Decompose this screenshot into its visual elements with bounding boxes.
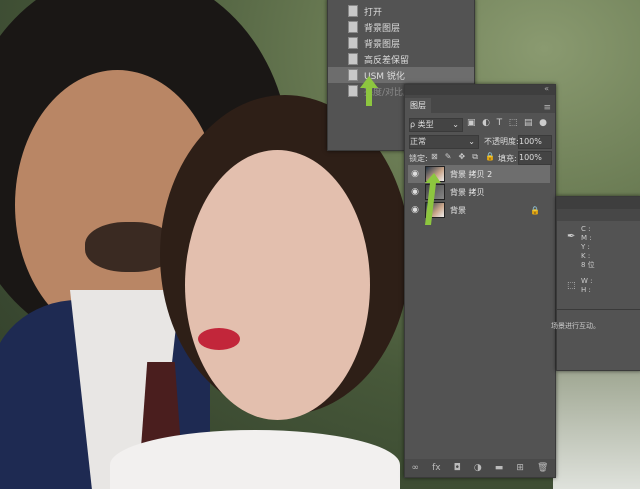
veil <box>553 360 640 489</box>
eyedropper-icon: ✒ <box>567 231 576 242</box>
document-icon <box>348 37 358 49</box>
history-label: 高反差保留 <box>364 55 410 66</box>
new-layer-icon[interactable]: ⊞ <box>516 463 524 473</box>
arrow-annotation-icon <box>425 173 441 225</box>
lock-icon: 🔒 <box>530 205 540 215</box>
woman-dress <box>110 430 400 489</box>
size-w: W : <box>581 277 593 285</box>
lock-artboard-icon[interactable]: ⧉ <box>472 152 478 162</box>
layer-name: 背景 <box>450 205 466 215</box>
blend-mode-value: 正常 <box>410 137 426 146</box>
cmyk-y: Y : <box>581 243 590 251</box>
layers-bottom-toolbar: ∞ fx ◘ ◑ ▬ ⊞ 🗑 <box>405 459 555 477</box>
chevron-down-icon: ⌄ <box>452 120 459 129</box>
divider <box>557 309 640 310</box>
opacity-field[interactable]: 100% <box>518 135 552 149</box>
group-icon[interactable]: ▬ <box>495 463 504 473</box>
shape-filter-icon[interactable]: ⬚ <box>509 118 518 128</box>
lock-icons: ⊠ ✎ ✥ ⧉ 🔒 <box>431 152 495 162</box>
fx-icon[interactable]: fx <box>432 463 441 473</box>
history-label: 背景图层 <box>364 39 401 50</box>
document-icon <box>348 69 358 81</box>
lock-label: 锁定: <box>409 154 428 163</box>
link-icon[interactable]: ∞ <box>412 463 420 473</box>
type-filter-icon[interactable]: T <box>497 118 503 128</box>
layer-name: 背景 拷贝 2 <box>450 169 493 179</box>
filter-label: ρ 类型 <box>410 120 434 129</box>
panel-titlebar: « <box>405 84 555 95</box>
cmyk-readout: C : M : Y : K : 8 位 <box>581 225 595 270</box>
document-icon <box>348 21 358 33</box>
smart-filter-icon[interactable]: ▤ <box>524 118 533 128</box>
lock-paint-icon[interactable]: ✎ <box>445 152 452 162</box>
adjustment-filter-icon[interactable]: ◐ <box>482 118 490 128</box>
woman-face <box>185 150 370 420</box>
document-icon <box>348 53 358 65</box>
woman-lips <box>198 328 240 350</box>
panel-tabbar: 图层 ≡ <box>405 95 555 113</box>
layer-filter-select[interactable]: ρ 类型 ⌄ <box>409 118 463 132</box>
status-text: 场景进行互动。 <box>551 322 600 330</box>
document-icon <box>348 85 358 97</box>
tab-layers[interactable]: 图层 <box>405 98 431 113</box>
collapse-icon[interactable]: « <box>544 84 549 93</box>
panel-tabbar <box>557 209 640 221</box>
history-checkbox[interactable] <box>328 51 344 67</box>
history-checkbox[interactable] <box>328 19 344 35</box>
cmyk-k: K : <box>581 252 591 260</box>
history-checkbox[interactable] <box>328 83 344 99</box>
history-label: 打开 <box>364 7 383 18</box>
panel-titlebar <box>557 197 640 209</box>
size-readout: W : H : <box>581 277 593 295</box>
fill-field[interactable]: 100% <box>518 151 552 165</box>
image-filter-icon[interactable]: ▣ <box>467 118 476 128</box>
lock-move-icon[interactable]: ✥ <box>459 152 466 162</box>
history-label: 背景图层 <box>364 23 401 34</box>
cmyk-c: C : <box>581 225 591 233</box>
history-item[interactable]: 高反差保留 <box>328 51 474 67</box>
history-item[interactable]: 打开 <box>328 3 474 19</box>
chevron-down-icon: ⌄ <box>468 137 475 146</box>
history-item[interactable]: 背景图层 <box>328 19 474 35</box>
lock-all-icon[interactable]: 🔒 <box>485 152 495 162</box>
opacity-value: 100% <box>519 137 542 146</box>
info-panel: ✒ C : M : Y : K : 8 位 ⬚ W : H : 场景进行互动。 <box>551 196 640 371</box>
panel-menu-icon[interactable]: ≡ <box>543 103 551 113</box>
fill-label: 填充: <box>498 154 517 163</box>
history-item[interactable]: 背景图层 <box>328 35 474 51</box>
layers-panel: « 图层 ≡ ρ 类型 ⌄ ▣ ◐ T ⬚ ▤ ● 正常 ⌄ 不透明度: 100… <box>404 84 556 478</box>
layer-name: 背景 拷贝 <box>450 187 485 197</box>
history-checkbox[interactable] <box>328 3 344 19</box>
fill-value: 100% <box>519 153 542 162</box>
history-item-selected[interactable]: USM 锐化 <box>328 67 474 83</box>
selection-size-icon: ⬚ <box>567 281 576 291</box>
lock-transparent-icon[interactable]: ⊠ <box>431 152 438 162</box>
filter-icons: ▣ ◐ T ⬚ ▤ ● <box>467 118 547 128</box>
size-h: H : <box>581 286 591 294</box>
mask-icon[interactable]: ◘ <box>454 463 461 473</box>
blend-mode-select[interactable]: 正常 ⌄ <box>409 135 479 149</box>
arrow-annotation-icon <box>360 76 378 106</box>
adjustment-icon[interactable]: ◑ <box>474 463 482 473</box>
history-checkbox[interactable] <box>328 35 344 51</box>
document-icon <box>348 5 358 17</box>
filter-toggle-icon[interactable]: ● <box>539 118 547 128</box>
opacity-label: 不透明度: <box>484 137 519 146</box>
bit-depth: 8 位 <box>581 261 595 269</box>
trash-icon[interactable]: 🗑 <box>537 463 548 473</box>
cmyk-m: M : <box>581 234 592 242</box>
history-checkbox[interactable] <box>328 67 344 83</box>
